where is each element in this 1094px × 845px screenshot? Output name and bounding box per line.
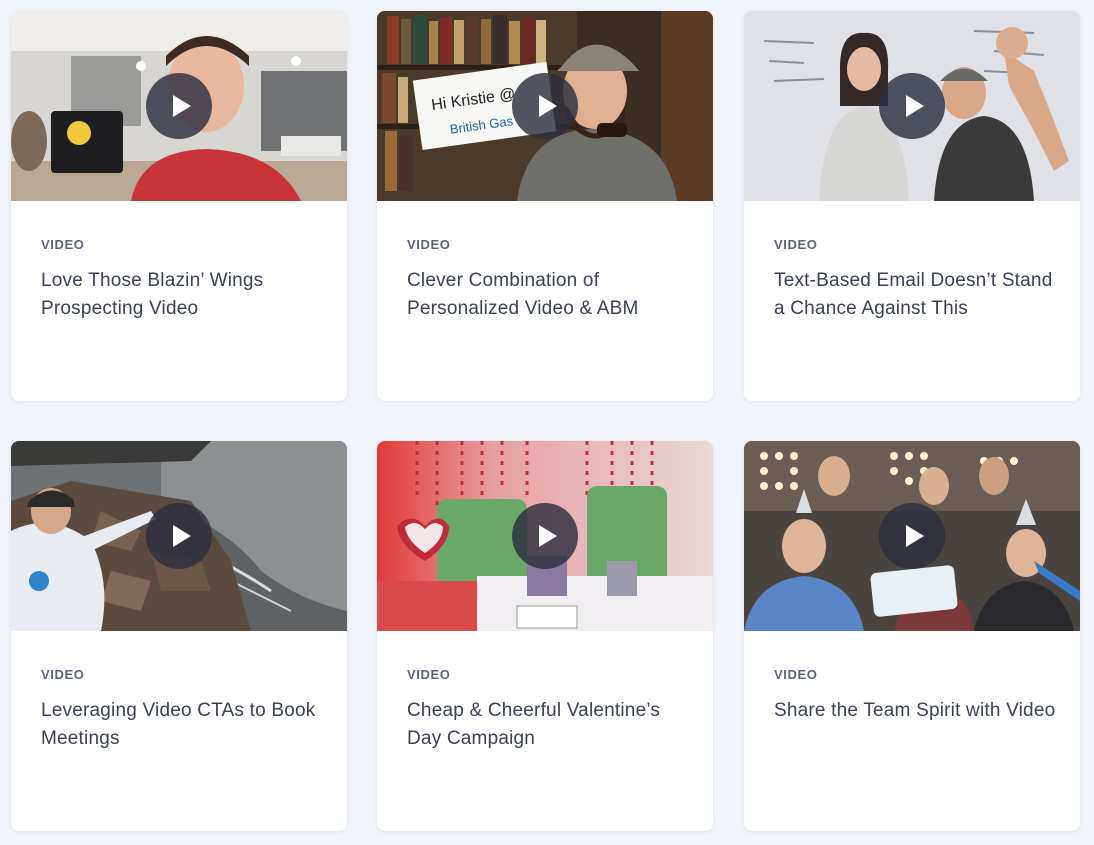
card-title[interactable]: Love Those Blazin’ Wings Prospecting Vid…: [41, 267, 331, 323]
content-type-label: VIDEO: [407, 237, 451, 252]
video-thumbnail[interactable]: [744, 11, 1080, 201]
play-icon: [906, 95, 924, 117]
card-title[interactable]: Clever Combination of Personalized Video…: [407, 267, 697, 323]
play-button[interactable]: [146, 73, 212, 139]
video-card-grid: VIDEO Love Those Blazin’ Wings Prospecti…: [0, 0, 1094, 845]
play-button[interactable]: [512, 503, 578, 569]
content-type-label: VIDEO: [774, 237, 818, 252]
play-button[interactable]: [146, 503, 212, 569]
play-button[interactable]: [512, 73, 578, 139]
content-type-label: VIDEO: [41, 237, 85, 252]
play-icon: [539, 525, 557, 547]
play-button[interactable]: [879, 73, 945, 139]
video-card[interactable]: VIDEO Share the Team Spirit with Video: [744, 441, 1080, 831]
content-type-label: VIDEO: [41, 667, 85, 682]
card-title[interactable]: Share the Team Spirit with Video: [774, 697, 1064, 725]
play-icon: [173, 95, 191, 117]
video-thumbnail[interactable]: [377, 441, 713, 631]
video-card[interactable]: VIDEO Text-Based Email Doesn’t Stand a C…: [744, 11, 1080, 401]
card-title[interactable]: Leveraging Video CTAs to Book Meetings: [41, 697, 331, 753]
card-title[interactable]: Text-Based Email Doesn’t Stand a Chance …: [774, 267, 1064, 323]
video-thumbnail[interactable]: [744, 441, 1080, 631]
video-card[interactable]: VIDEO Cheap & Cheerful Valentine’s Day C…: [377, 441, 713, 831]
play-icon: [539, 95, 557, 117]
card-title[interactable]: Cheap & Cheerful Valentine’s Day Campaig…: [407, 697, 697, 753]
video-card[interactable]: Hi Kristie @ British Gas VIDEO Clever Co…: [377, 11, 713, 401]
video-thumbnail[interactable]: Hi Kristie @ British Gas: [377, 11, 713, 201]
play-button[interactable]: [879, 503, 945, 569]
play-icon: [173, 525, 191, 547]
video-thumbnail[interactable]: [11, 441, 347, 631]
play-icon: [906, 525, 924, 547]
content-type-label: VIDEO: [774, 667, 818, 682]
video-thumbnail[interactable]: [11, 11, 347, 201]
video-card[interactable]: VIDEO Love Those Blazin’ Wings Prospecti…: [11, 11, 347, 401]
content-type-label: VIDEO: [407, 667, 451, 682]
video-card[interactable]: VIDEO Leveraging Video CTAs to Book Meet…: [11, 441, 347, 831]
